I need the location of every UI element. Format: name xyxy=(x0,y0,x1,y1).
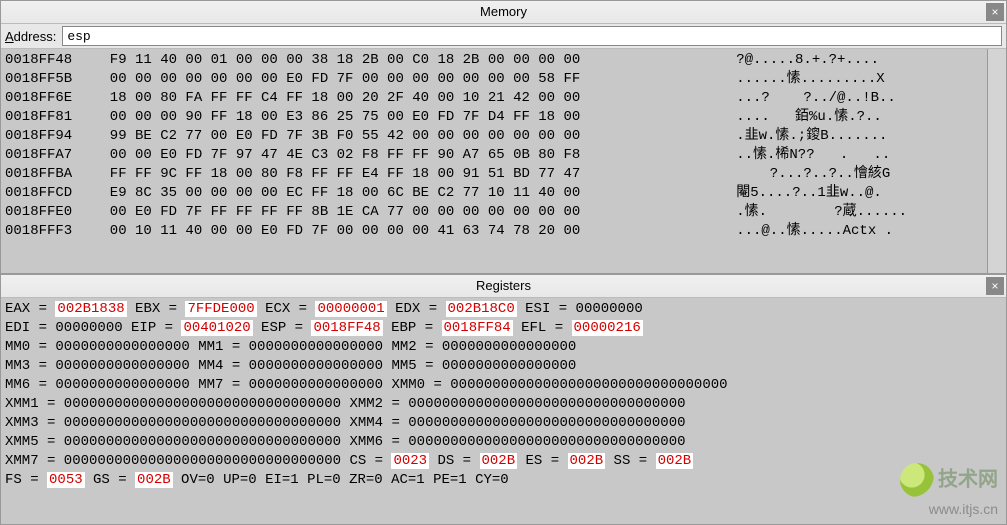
memory-hex-content: 0018FF48 F9 11 40 00 01 00 00 00 38 18 2… xyxy=(1,49,988,243)
register-value-fs: 0053 xyxy=(47,472,85,488)
address-input[interactable] xyxy=(62,26,1002,46)
register-value-edx: 002B18C0 xyxy=(446,301,517,317)
register-line: MM6 = 0000000000000000 MM7 = 00000000000… xyxy=(5,376,1002,395)
register-line: XMM7 = 000000000000000000000000000000000… xyxy=(5,452,1002,471)
memory-ascii: ?@.....8.+.?+.... xyxy=(711,51,984,70)
register-value-esp: 0018FF48 xyxy=(311,320,382,336)
memory-hex-area[interactable]: 0018FF48 F9 11 40 00 01 00 00 00 38 18 2… xyxy=(1,49,1006,273)
register-value-efl: 00000216 xyxy=(572,320,643,336)
memory-row: 0018FFF3 00 10 11 40 00 00 E0 FD 7F 00 0… xyxy=(5,222,984,241)
register-value-ebx: 7FFDE000 xyxy=(185,301,256,317)
memory-ascii: .... 銆%u.愫.?.. xyxy=(711,108,984,127)
memory-bytes: 18 00 80 FA FF FF C4 FF 18 00 20 2F 40 0… xyxy=(93,89,711,108)
memory-address: 0018FF81 xyxy=(5,108,93,127)
memory-row: 0018FF48 F9 11 40 00 01 00 00 00 38 18 2… xyxy=(5,51,984,70)
register-value-es: 002B xyxy=(568,453,606,469)
register-line: EAX = 002B1838 EBX = 7FFDE000 ECX = 0000… xyxy=(5,300,1002,319)
memory-row: 0018FF6E 18 00 80 FA FF FF C4 FF 18 00 2… xyxy=(5,89,984,108)
memory-row: 0018FFA7 00 00 E0 FD 7F 97 47 4E C3 02 F… xyxy=(5,146,984,165)
memory-bytes: FF FF 9C FF 18 00 80 F8 FF FF E4 FF 18 0… xyxy=(93,165,711,184)
register-line: MM3 = 0000000000000000 MM4 = 00000000000… xyxy=(5,357,1002,376)
registers-area[interactable]: EAX = 002B1838 EBX = 7FFDE000 ECX = 0000… xyxy=(1,298,1006,524)
memory-bytes: 99 BE C2 77 00 E0 FD 7F 3B F0 55 42 00 0… xyxy=(93,127,711,146)
memory-bytes: E9 8C 35 00 00 00 00 EC FF 18 00 6C BE C… xyxy=(93,184,711,203)
register-value-ebp: 0018FF84 xyxy=(442,320,513,336)
memory-title: Memory xyxy=(480,4,527,19)
register-line: XMM3 = 000000000000000000000000000000000… xyxy=(5,414,1002,433)
register-value-ss: 002B xyxy=(656,453,694,469)
memory-address: 0018FF94 xyxy=(5,127,93,146)
register-value-gs: 002B xyxy=(135,472,173,488)
registers-panel: Registers × EAX = 002B1838 EBX = 7FFDE00… xyxy=(0,274,1007,525)
watermark-url: www.itjs.cn xyxy=(929,501,998,517)
memory-row: 0018FFE0 00 E0 FD 7F FF FF FF FF 8B 1E C… xyxy=(5,203,984,222)
address-label: Address: xyxy=(5,29,56,44)
register-value-ds: 002B xyxy=(480,453,518,469)
memory-address: 0018FF6E xyxy=(5,89,93,108)
register-value-ecx: 00000001 xyxy=(315,301,386,317)
register-value-cs: 0023 xyxy=(391,453,429,469)
memory-ascii: ?...?..?..懀絯G xyxy=(711,165,984,184)
memory-row: 0018FF94 99 BE C2 77 00 E0 FD 7F 3B F0 5… xyxy=(5,127,984,146)
memory-ascii: .愫. ?蔵...... xyxy=(711,203,984,222)
memory-address: 0018FFA7 xyxy=(5,146,93,165)
memory-address: 0018FFF3 xyxy=(5,222,93,241)
memory-address: 0018FFCD xyxy=(5,184,93,203)
address-bar: Address: xyxy=(1,24,1006,49)
memory-ascii: 閹5....?..1韭w..@. xyxy=(711,184,984,203)
memory-address: 0018FFE0 xyxy=(5,203,93,222)
memory-bytes: F9 11 40 00 01 00 00 00 38 18 2B 00 C0 1… xyxy=(93,51,711,70)
memory-bytes: 00 10 11 40 00 00 E0 FD 7F 00 00 00 00 4… xyxy=(93,222,711,241)
memory-address: 0018FF48 xyxy=(5,51,93,70)
registers-content: EAX = 002B1838 EBX = 7FFDE000 ECX = 0000… xyxy=(1,298,1006,492)
register-line: EDI = 00000000 EIP = 00401020 ESP = 0018… xyxy=(5,319,1002,338)
memory-address: 0018FFBA xyxy=(5,165,93,184)
memory-address: 0018FF5B xyxy=(5,70,93,89)
memory-row: 0018FFCD E9 8C 35 00 00 00 00 EC FF 18 0… xyxy=(5,184,984,203)
register-line: XMM1 = 000000000000000000000000000000000… xyxy=(5,395,1002,414)
close-icon[interactable]: × xyxy=(986,3,1004,21)
memory-bytes: 00 00 00 00 00 00 00 E0 FD 7F 00 00 00 0… xyxy=(93,70,711,89)
close-icon[interactable]: × xyxy=(986,277,1004,295)
memory-ascii: ......愫.........X xyxy=(711,70,984,89)
memory-row: 0018FF81 00 00 00 90 FF 18 00 E3 86 25 7… xyxy=(5,108,984,127)
memory-ascii: ...? ?../@..!B.. xyxy=(711,89,984,108)
register-line: FS = 0053 GS = 002B OV=0 UP=0 EI=1 PL=0 … xyxy=(5,471,1002,490)
memory-bytes: 00 E0 FD 7F FF FF FF FF 8B 1E CA 77 00 0… xyxy=(93,203,711,222)
registers-title: Registers xyxy=(476,278,531,293)
memory-titlebar: Memory × xyxy=(1,1,1006,24)
register-value-eip: 00401020 xyxy=(181,320,252,336)
memory-panel: Memory × Address: 0018FF48 F9 11 40 00 0… xyxy=(0,0,1007,274)
memory-bytes: 00 00 00 90 FF 18 00 E3 86 25 75 00 E0 F… xyxy=(93,108,711,127)
memory-bytes: 00 00 E0 FD 7F 97 47 4E C3 02 F8 FF FF 9… xyxy=(93,146,711,165)
memory-ascii: .韭w.愫.;鎫B....... xyxy=(711,127,984,146)
memory-ascii: ..愫.桸N?? . .. xyxy=(711,146,984,165)
register-value-eax: 002B1838 xyxy=(55,301,126,317)
register-line: XMM5 = 000000000000000000000000000000000… xyxy=(5,433,1002,452)
memory-row: 0018FFBA FF FF 9C FF 18 00 80 F8 FF FF E… xyxy=(5,165,984,184)
register-line: MM0 = 0000000000000000 MM1 = 00000000000… xyxy=(5,338,1002,357)
memory-row: 0018FF5B 00 00 00 00 00 00 00 E0 FD 7F 0… xyxy=(5,70,984,89)
memory-ascii: ...@..愫.....Actx . xyxy=(711,222,984,241)
registers-titlebar: Registers × xyxy=(1,275,1006,298)
